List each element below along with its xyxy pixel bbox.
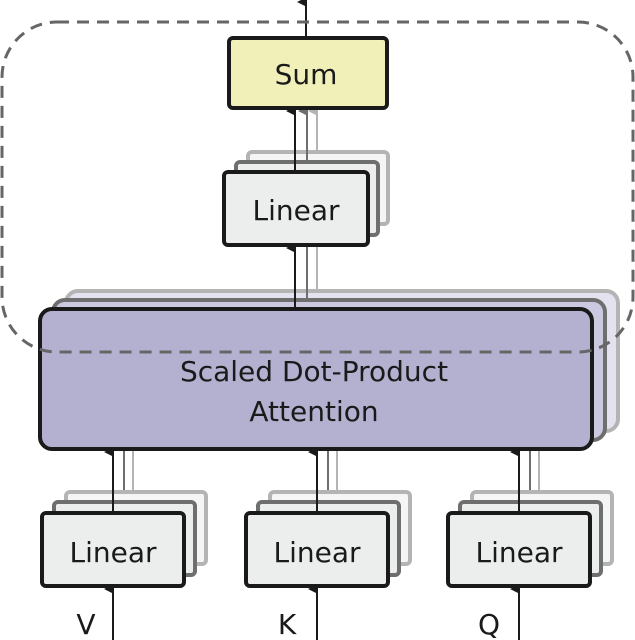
linear-q-label: Linear [475, 536, 563, 569]
attention-label-line2: Attention [249, 395, 378, 428]
linear-v-stack: Linear V [40, 447, 208, 640]
linear-k-stack: Linear K [244, 447, 412, 640]
linear-v-label: Linear [69, 536, 157, 569]
linear-k-label: Linear [273, 536, 361, 569]
sum-label: Sum [275, 58, 338, 91]
linear-q-stack: Linear Q [446, 447, 614, 640]
attention-stack: Scaled Dot-Product Attention [38, 289, 620, 451]
input-label-k: K [278, 608, 297, 640]
attention-label-line1: Scaled Dot-Product [180, 355, 448, 388]
linear-out-label: Linear [252, 194, 340, 227]
multi-head-attention-diagram: Scaled Dot-Product Attention Linear Sum … [0, 0, 635, 640]
input-label-v: V [76, 608, 95, 640]
linear-out-stack: Linear [222, 150, 390, 247]
input-label-q: Q [478, 608, 500, 640]
